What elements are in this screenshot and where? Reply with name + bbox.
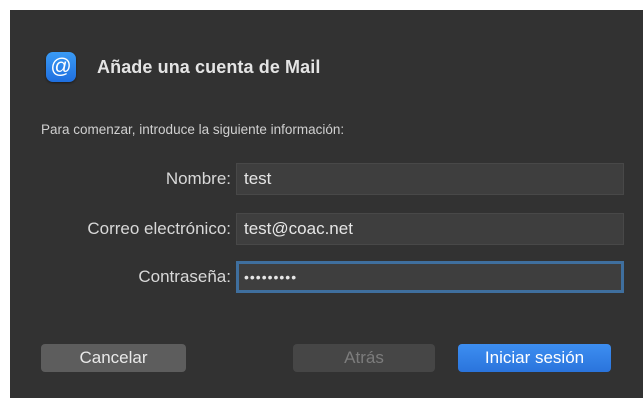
cancel-button[interactable]: Cancelar <box>41 344 186 372</box>
name-row: Nombre: test <box>10 163 643 195</box>
name-label: Nombre: <box>165 169 231 188</box>
password-label: Contraseña: <box>138 267 231 286</box>
dialog-header: @ Añade una cuenta de Mail <box>46 52 320 82</box>
email-field[interactable]: test@coac.net <box>236 213 624 245</box>
password-field[interactable]: ••••••••• <box>236 261 624 293</box>
name-field[interactable]: test <box>236 163 624 195</box>
add-mail-account-dialog: @ Añade una cuenta de Mail Para comenzar… <box>10 10 643 398</box>
at-sign-icon: @ <box>46 52 76 82</box>
email-label: Correo electrónico: <box>87 219 231 238</box>
sign-in-button[interactable]: Iniciar sesión <box>458 344 611 372</box>
dialog-title: Añade una cuenta de Mail <box>97 56 321 77</box>
password-row: Contraseña: ••••••••• <box>10 261 643 293</box>
back-button[interactable]: Atrás <box>293 344 435 372</box>
email-row: Correo electrónico: test@coac.net <box>10 213 643 245</box>
intro-text: Para comenzar, introduce la siguiente in… <box>41 122 345 137</box>
